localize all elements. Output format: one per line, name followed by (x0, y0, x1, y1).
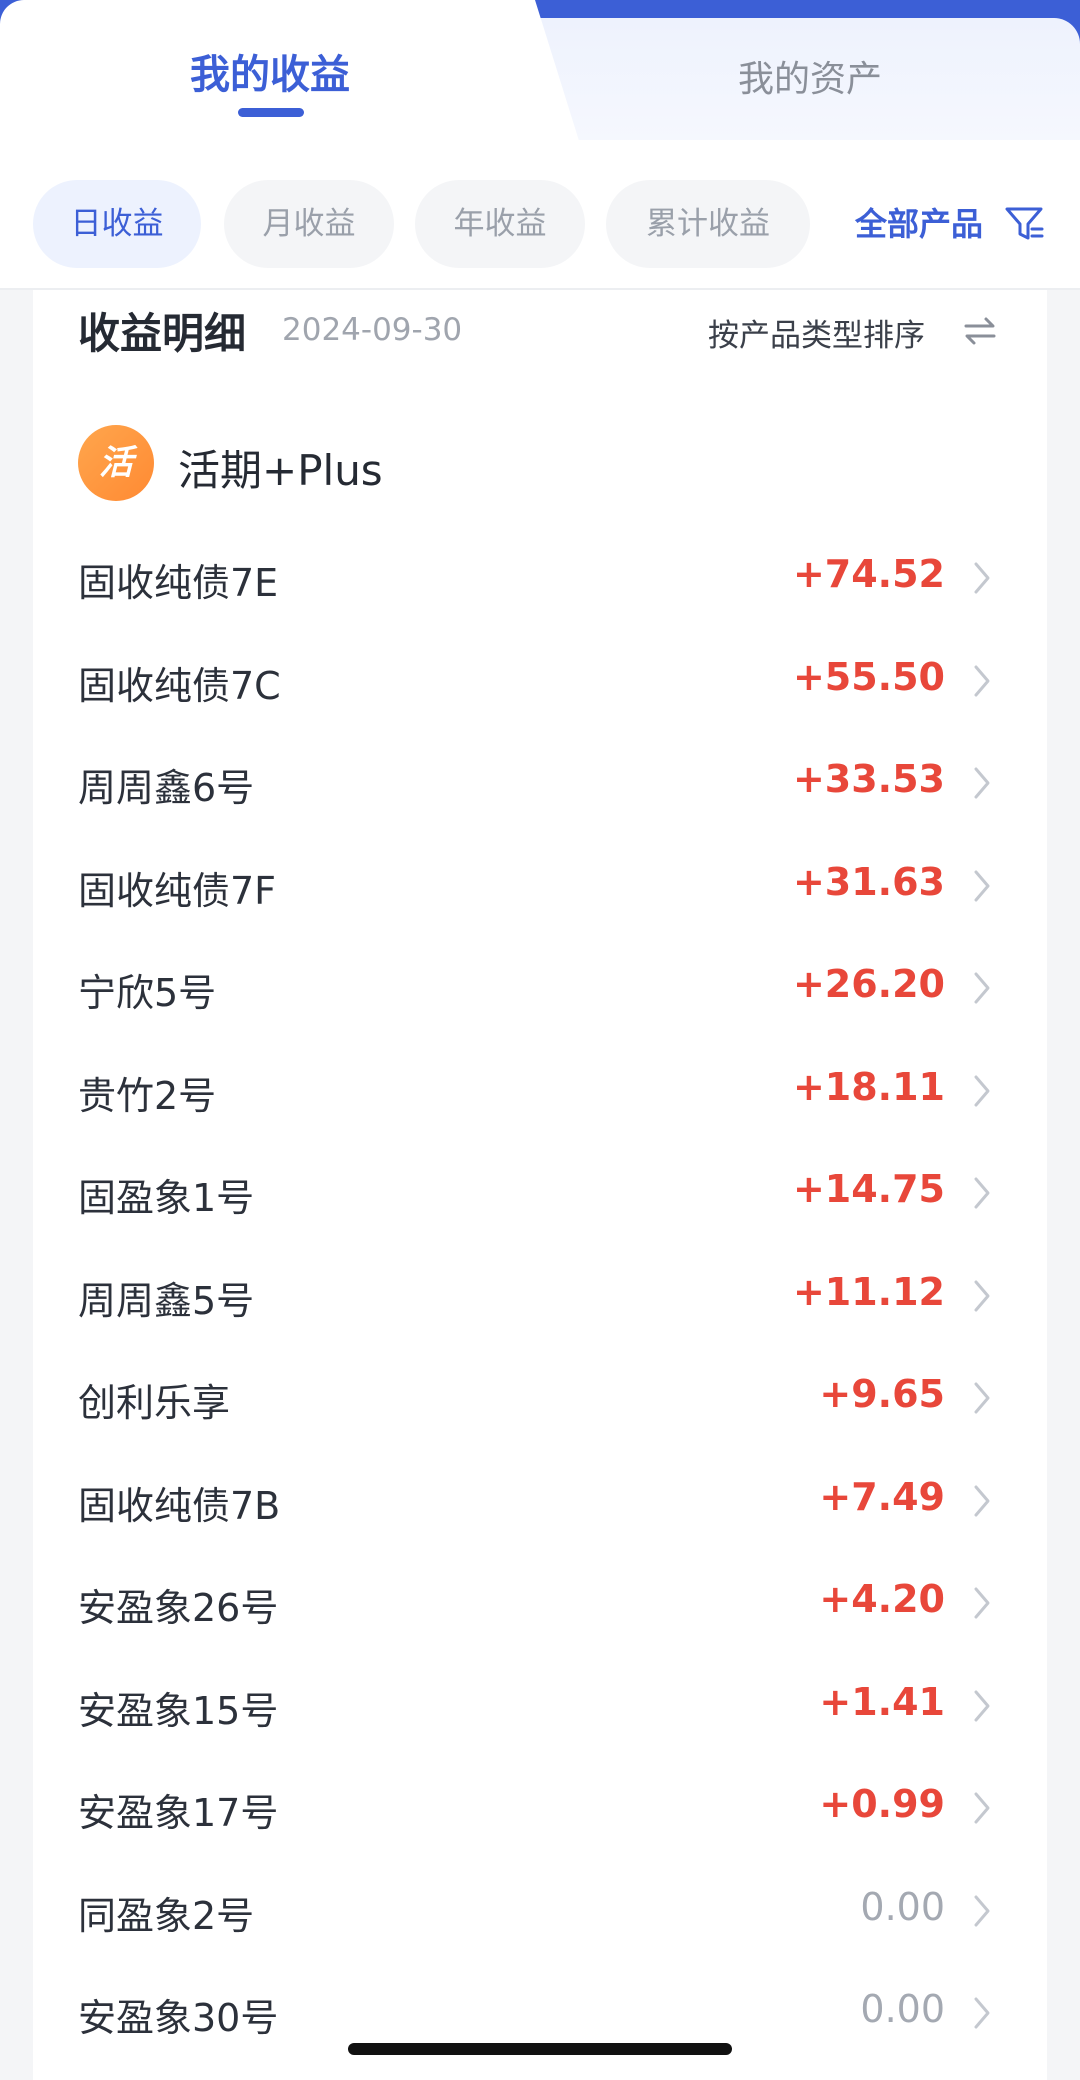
product-group-logo: 活 (78, 425, 154, 501)
product-name: 安盈象26号 (78, 1586, 279, 1630)
list-item[interactable]: 安盈象15号 +1.41 (0, 1652, 1080, 1754)
chevron-right-icon (974, 767, 990, 799)
product-name: 安盈象30号 (78, 1996, 279, 2040)
earnings-value: +7.49 (819, 1474, 945, 1519)
list-item[interactable]: 贵竹2号 +18.11 (0, 1037, 1080, 1139)
earnings-value: +55.50 (792, 654, 945, 699)
earnings-value: +18.11 (792, 1064, 945, 1109)
tab-my-assets[interactable]: 我的资产 (540, 50, 1080, 102)
chip-monthly-earnings[interactable]: 月收益 (224, 180, 394, 268)
list-item[interactable]: 固收纯债7E +74.52 (0, 524, 1080, 626)
list-item[interactable]: 安盈象26号 +4.20 (0, 1549, 1080, 1651)
chip-cumulative-earnings[interactable]: 累计收益 (606, 180, 810, 268)
earnings-value: +9.65 (819, 1372, 945, 1416)
list-item[interactable]: 周周鑫6号 +33.53 (0, 729, 1080, 831)
list-item[interactable]: 宁欣5号 +26.20 (0, 934, 1080, 1036)
sort-icon[interactable] (963, 316, 997, 346)
product-name: 宁欣5号 (78, 971, 217, 1015)
chip-daily-earnings[interactable]: 日收益 (33, 180, 201, 268)
chevron-right-icon (974, 665, 990, 696)
logo-text: 活 (99, 443, 133, 483)
product-name: 创利乐享 (78, 1381, 231, 1425)
list-item[interactable]: 创利乐享 +9.65 (0, 1344, 1080, 1446)
chevron-right-icon (974, 870, 990, 901)
tab-my-earnings[interactable]: 我的收益 (0, 42, 540, 100)
chevron-right-icon (974, 1177, 990, 1209)
chevron-right-icon (974, 1690, 990, 1721)
earnings-value: +11.12 (792, 1269, 945, 1314)
chevron-right-icon (974, 1792, 990, 1824)
product-name: 固收纯债7E (78, 561, 279, 605)
earnings-value: +14.75 (792, 1167, 945, 1211)
product-name: 固收纯债7C (78, 663, 281, 708)
chevron-right-icon (974, 1280, 990, 1311)
earnings-value: +1.41 (819, 1679, 945, 1724)
section-title: 收益明细 (78, 309, 247, 358)
earnings-value: +26.20 (792, 962, 945, 1006)
product-name: 贵竹2号 (78, 1073, 217, 1118)
home-indicator[interactable] (348, 2043, 732, 2055)
earnings-value: +0.99 (819, 1782, 945, 1826)
product-name: 安盈象17号 (78, 1791, 279, 1835)
sort-by-product-type-button[interactable]: 按产品类型排序 (708, 310, 925, 355)
chevron-right-icon (974, 1997, 990, 2029)
chip-yearly-earnings[interactable]: 年收益 (415, 180, 585, 268)
chevron-right-icon (974, 972, 990, 1004)
active-tab-indicator (238, 108, 304, 117)
earnings-value: +33.53 (792, 757, 945, 801)
chevron-right-icon (974, 1895, 990, 1926)
product-name: 固盈象1号 (78, 1176, 255, 1220)
list-item[interactable]: 同盈象2号 0.00 (0, 1857, 1080, 1959)
filter-icon[interactable] (1004, 203, 1044, 243)
list-item[interactable]: 周周鑫5号 +11.12 (0, 1242, 1080, 1344)
chevron-right-icon (974, 1587, 990, 1619)
earnings-value: +4.20 (819, 1577, 945, 1621)
list-item[interactable]: 固收纯债7F +31.63 (0, 832, 1080, 934)
product-name: 周周鑫5号 (78, 1278, 255, 1323)
list-item[interactable]: 固收纯债7C +55.50 (0, 627, 1080, 729)
chevron-right-icon (974, 1382, 990, 1414)
chevron-right-icon (974, 562, 990, 594)
section-date: 2024-09-30 (282, 312, 463, 348)
earnings-value: +74.52 (792, 552, 945, 596)
product-group-name: 活期+Plus (178, 446, 383, 495)
list-item[interactable]: 安盈象17号 +0.99 (0, 1754, 1080, 1856)
product-name: 固收纯债7B (78, 1483, 281, 1528)
chevron-right-icon (974, 1485, 990, 1516)
product-filter-button[interactable]: 全部产品 (855, 180, 983, 268)
product-name: 同盈象2号 (78, 1893, 255, 1938)
list-item[interactable]: 固盈象1号 +14.75 (0, 1139, 1080, 1241)
product-name: 周周鑫6号 (78, 766, 255, 810)
chevron-right-icon (974, 1075, 990, 1106)
earnings-value: 0.00 (860, 1987, 945, 2031)
product-name: 安盈象15号 (78, 1688, 279, 1733)
list-item[interactable]: 固收纯债7B +7.49 (0, 1447, 1080, 1549)
product-name: 固收纯债7F (78, 868, 277, 913)
earnings-value: 0.00 (860, 1884, 945, 1929)
earnings-value: +31.63 (792, 859, 945, 904)
